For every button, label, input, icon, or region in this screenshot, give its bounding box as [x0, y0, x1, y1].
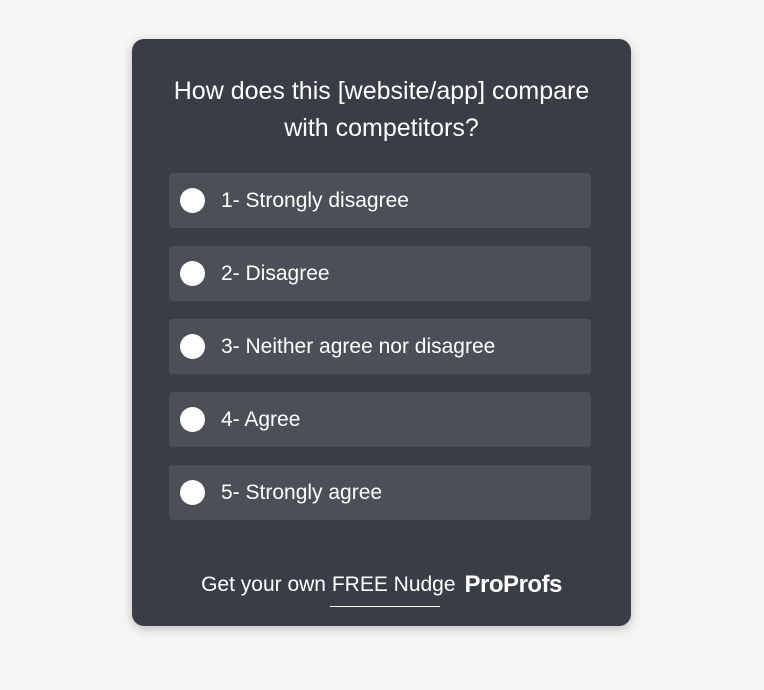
option-strongly-disagree[interactable]: 1- Strongly disagree — [169, 173, 591, 228]
option-label: 3- Neither agree nor disagree — [221, 334, 496, 358]
option-label: 1- Strongly disagree — [221, 188, 409, 212]
options-list: 1- Strongly disagree 2- Disagree 3- Neit… — [169, 173, 591, 538]
radio-button[interactable] — [180, 480, 205, 505]
survey-card: How does this [website/app] compare with… — [132, 39, 631, 626]
radio-button[interactable] — [180, 334, 205, 359]
get-free-nudge-link[interactable]: Get your own FREE Nudge — [201, 573, 455, 597]
option-agree[interactable]: 4- Agree — [169, 392, 591, 447]
survey-question: How does this [website/app] compare with… — [173, 77, 590, 142]
option-label: 2- Disagree — [221, 261, 330, 285]
option-neutral[interactable]: 3- Neither agree nor disagree — [169, 319, 591, 374]
footer: Get your own FREE Nudge ProProfs — [132, 571, 631, 607]
radio-button[interactable] — [180, 407, 205, 432]
option-disagree[interactable]: 2- Disagree — [169, 246, 591, 301]
option-label: 5- Strongly agree — [221, 480, 383, 504]
footer-link-underline — [330, 606, 440, 607]
option-strongly-agree[interactable]: 5- Strongly agree — [169, 465, 591, 520]
option-label: 4- Agree — [221, 407, 301, 431]
radio-button[interactable] — [180, 261, 205, 286]
proprofs-logo[interactable]: ProProfs — [465, 571, 563, 599]
radio-button[interactable] — [180, 188, 205, 213]
